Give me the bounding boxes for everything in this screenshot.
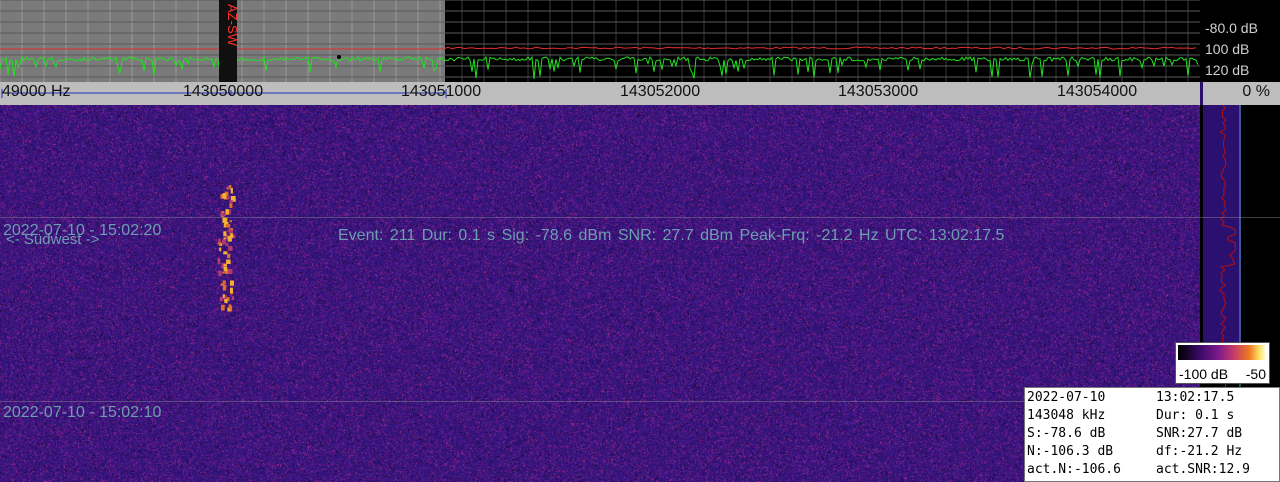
echo-pixel: [227, 253, 231, 259]
info-act-noise: act.N:-106.6: [1027, 462, 1121, 477]
freq-label-5: 143054000: [1057, 83, 1138, 100]
frequency-axis[interactable]: 49000 Hz 143050000 143051000 143052000 1…: [0, 82, 1200, 105]
info-df: df:-21.2 Hz: [1156, 444, 1243, 459]
echo-pixel: [218, 238, 221, 243]
info-freq: 143048 kHz: [1027, 408, 1106, 423]
time-gridline-1: [0, 217, 1280, 218]
echo-pixel: [228, 245, 233, 251]
freq-label-1: 143050000: [183, 83, 264, 100]
echo-pixel: [221, 212, 227, 216]
freq-label-2: 143051000: [401, 83, 482, 100]
percent-value: 0 %: [1242, 83, 1270, 100]
meteor-echo: [217, 185, 236, 312]
echo-pixel: [223, 251, 228, 255]
echo-pixel: [223, 264, 227, 267]
info-snr: SNR:27.7 dB: [1156, 426, 1243, 441]
echo-pixel: [229, 200, 233, 203]
spectrum-plot: AZ-SW: [0, 0, 1200, 82]
echo-pixel: [222, 280, 226, 284]
info-dur: Dur: 0.1 s: [1156, 408, 1235, 423]
info-noise: N:-106.3 dB: [1027, 444, 1114, 459]
echo-pixel: [219, 296, 223, 302]
echo-pixel: [229, 203, 233, 208]
spectrum-panel[interactable]: AZ-SW: [0, 0, 1200, 82]
echo-pixel: [225, 224, 231, 228]
echo-pixel: [230, 287, 233, 293]
echo-pixel: [226, 195, 230, 200]
direction-label: <- Südwest ->: [6, 231, 100, 248]
colorbar-low-label: -100 dB: [1179, 366, 1229, 382]
db-label-mid: 100 dB: [1205, 41, 1250, 57]
colorbar-legend: -100 dB -50: [1175, 342, 1270, 384]
echo-pixel: [223, 266, 228, 272]
info-signal: S:-78.6 dB: [1027, 426, 1106, 441]
freq-label-4: 143053000: [838, 83, 919, 100]
info-date: 2022-07-10: [1027, 390, 1106, 405]
echo-pixel: [222, 193, 227, 199]
freq-label-3: 143052000: [620, 83, 701, 100]
event-info: Event: 211 Dur: 0.1 s Sig: -78.6 dBm SNR…: [338, 227, 1005, 244]
echo-pixel: [227, 229, 232, 232]
echo-pixel: [226, 259, 231, 264]
echo-pixel: [223, 231, 227, 237]
echo-pixel: [222, 294, 225, 298]
echo-pixel: [229, 220, 233, 223]
freq-label-start: 49000 Hz: [2, 83, 71, 100]
spectrum-cursor-point: [337, 55, 341, 59]
time-gridline-2: [0, 401, 1024, 402]
echo-pixel: [218, 270, 222, 277]
marker-label: AZ-SW: [225, 4, 240, 47]
echo-pixel: [223, 239, 226, 245]
echo-pixel: [231, 296, 235, 301]
frequency-ruler: [1, 89, 447, 98]
echo-pixel: [222, 284, 227, 291]
echo-pixel: [228, 268, 233, 275]
event-summary-box: 2022-07-10 13:02:17.5 143048 kHz Dur: 0.…: [1024, 387, 1280, 482]
info-time: 13:02:17.5: [1156, 390, 1235, 405]
info-act-snr: act.SNR:12.9: [1156, 462, 1250, 477]
echo-pixel: [225, 242, 229, 247]
echo-pixel: [227, 235, 232, 242]
timestamp-bottom: 2022-07-10 - 15:02:10: [3, 404, 162, 421]
echo-pixel: [218, 259, 221, 265]
echo-pixel: [230, 280, 234, 286]
echo-pixel: [220, 306, 224, 310]
waterfall-display[interactable]: [0, 105, 1200, 482]
echo-pixel: [229, 305, 233, 312]
echo-pixel: [222, 271, 225, 274]
percent-indicator: 0 %: [1203, 82, 1280, 105]
echo-pixel: [229, 185, 232, 189]
echo-pixel: [230, 187, 233, 194]
db-label-bottom: 120 dB: [1205, 62, 1250, 78]
echo-pixel: [225, 299, 228, 304]
db-label-top: -80.0 dB: [1205, 20, 1258, 36]
echo-pixel: [219, 247, 222, 252]
colorbar-high-label: -50: [1245, 366, 1266, 382]
colorbar-gradient: [1178, 345, 1267, 360]
